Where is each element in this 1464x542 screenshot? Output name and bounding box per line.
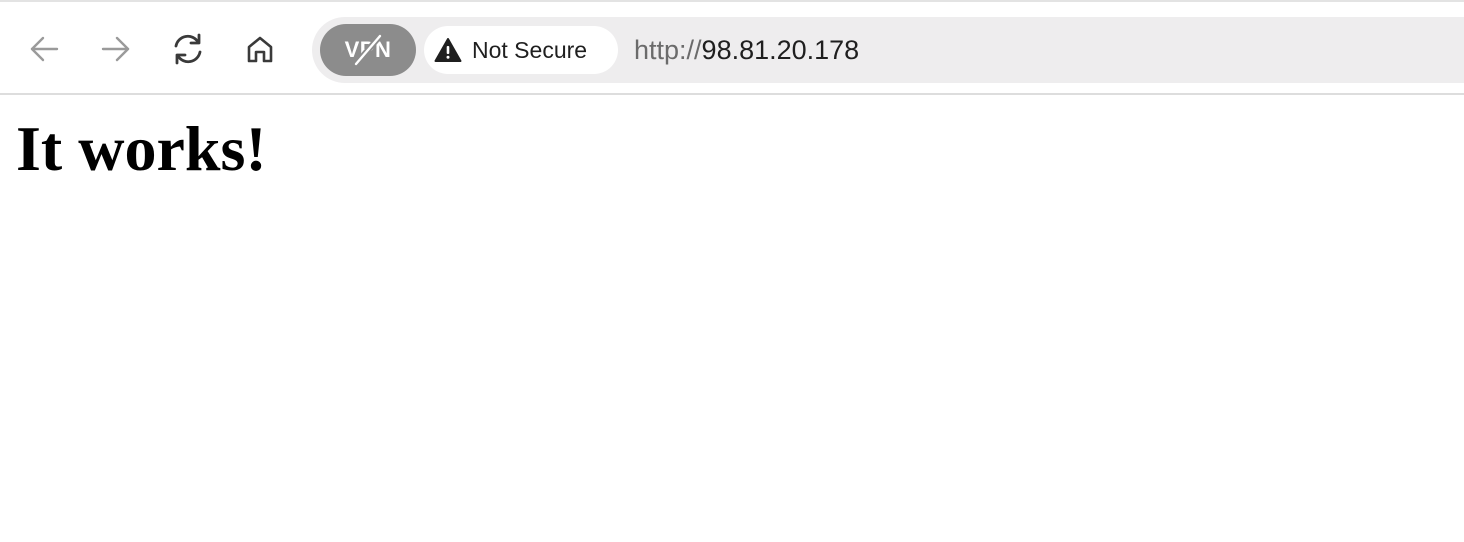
arrow-left-icon <box>30 36 59 62</box>
browser-window: VPN Not Secure http://98.81.20.178 It wo… <box>0 0 1464 542</box>
url-scheme: http:// <box>634 35 702 65</box>
reload-button[interactable] <box>168 29 208 69</box>
arrow-right-icon <box>101 36 130 62</box>
url-text[interactable]: http://98.81.20.178 <box>634 17 859 83</box>
page-content: It works! <box>0 95 1464 542</box>
forward-button[interactable] <box>96 29 136 69</box>
vpn-label: VPN <box>344 37 392 62</box>
reload-icon <box>174 33 202 65</box>
url-host: 98.81.20.178 <box>701 35 860 65</box>
warning-triangle-icon <box>434 36 462 64</box>
home-icon <box>247 36 273 63</box>
browser-toolbar: VPN Not Secure http://98.81.20.178 <box>0 0 1464 95</box>
home-button[interactable] <box>240 29 280 69</box>
security-label: Not Secure <box>472 36 588 63</box>
page-heading: It works! <box>16 113 267 184</box>
address-bar[interactable]: VPN Not Secure http://98.81.20.178 <box>312 17 1464 83</box>
vpn-toggle-button[interactable]: VPN <box>320 24 416 76</box>
back-button[interactable] <box>24 29 64 69</box>
security-indicator-button[interactable]: Not Secure <box>424 26 618 74</box>
